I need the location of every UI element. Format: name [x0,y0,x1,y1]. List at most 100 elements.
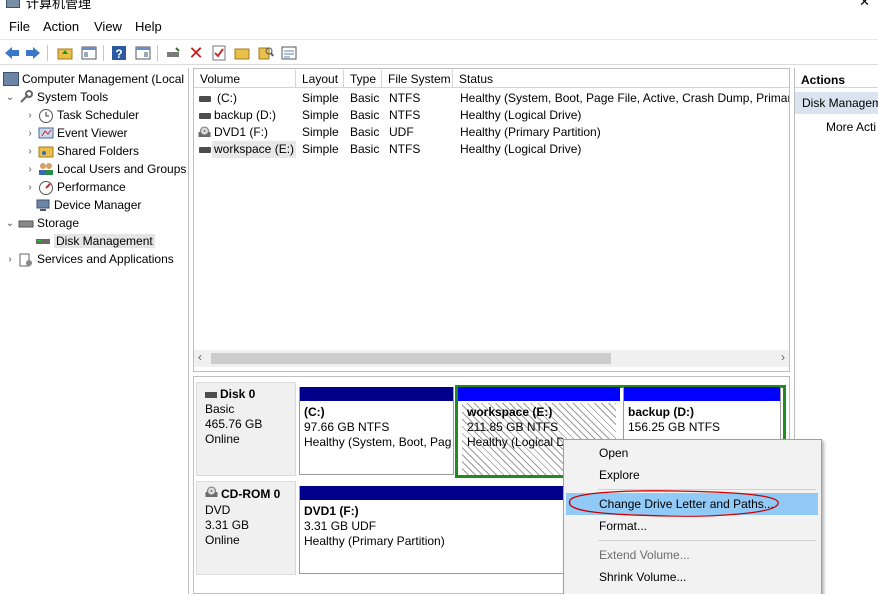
tree-item-shared-folders[interactable]: › Shared Folders [25,142,139,160]
navigation-tree: Computer Management (Local ⌄ System Tool… [0,68,189,594]
tree-label: Performance [57,180,126,194]
device-manager-icon [35,198,51,212]
dvd-icon [205,486,218,503]
properties-icon[interactable] [280,44,298,62]
actions-section-disk-management[interactable]: Disk Managem [795,92,878,114]
tree-item-storage[interactable]: ⌄ Storage [5,214,79,232]
delete-icon[interactable]: ✕ [187,43,205,63]
cdrom-0-label[interactable]: CD-ROM 0 DVD 3.31 GB Online [196,481,296,575]
tree-item-disk-management[interactable]: Disk Management [35,232,155,250]
cell-layout: Simple [302,125,339,139]
connect-drive-icon[interactable] [164,44,182,62]
column-header-type[interactable]: Type [344,70,382,88]
disk-size: 465.76 GB [205,417,263,431]
menu-bar: File Action View Help [0,17,878,37]
chevron-right-icon[interactable]: › [25,110,35,121]
show-hide-tree-icon[interactable] [80,44,98,62]
forward-icon[interactable] [24,44,42,62]
shared-folder-icon [38,144,54,158]
partition-c[interactable]: (C:) 97.66 GB NTFS Healthy (System, Boot… [299,387,454,475]
tree-item-root[interactable]: Computer Management (Local [3,70,184,88]
help-icon[interactable]: ? [110,44,128,62]
tree-item-performance[interactable]: › Performance [25,178,126,196]
cell-status: Healthy (System, Boot, Page File, Active… [460,91,790,105]
tree-label: Shared Folders [57,144,140,158]
computer-icon [3,72,19,86]
tree-label: System Tools [37,90,109,104]
back-icon[interactable] [3,44,21,62]
tools-icon [18,90,34,104]
up-folder-icon[interactable] [56,44,74,62]
event-viewer-icon [38,126,54,140]
partition-size: 156.25 GB NTFS [628,420,721,434]
more-actions-link[interactable]: More Acti [826,120,876,134]
menu-item-change-drive-letter[interactable]: Change Drive Letter and Paths... [566,493,818,515]
menu-item-format[interactable]: Format... [566,515,818,537]
menu-help[interactable]: Help [135,19,162,34]
cell-volume: backup (D:) [214,108,277,122]
close-icon[interactable]: ✕ [859,0,870,10]
tree-label: Task Scheduler [57,108,140,122]
window-title: 计算机管理 [26,0,92,11]
tree-label: Local Users and Groups [57,162,187,176]
partition-size: 97.66 GB NTFS [304,420,390,434]
cell-volume: (C:) [217,91,237,105]
scroll-left-icon[interactable]: ‹ [198,350,202,364]
cell-type: Basic [350,142,380,156]
chevron-down-icon[interactable]: ⌄ [5,218,15,229]
menu-item-explore[interactable]: Explore [566,464,818,486]
cell-status: Healthy (Primary Partition) [460,125,601,139]
cell-fs: NTFS [389,142,421,156]
computer-management-icon [6,0,20,8]
tree-item-event-viewer[interactable]: › Event Viewer [25,124,127,142]
tree-item-system-tools[interactable]: ⌄ System Tools [5,88,108,106]
menu-item-open[interactable]: Open [566,442,818,464]
services-icon [18,252,34,267]
disk-0-label[interactable]: Disk 0 Basic 465.76 GB Online [196,382,296,476]
chevron-right-icon[interactable]: › [25,146,35,157]
chevron-right-icon[interactable]: › [5,254,15,265]
tree-item-services[interactable]: › Services and Applications [5,250,174,268]
tree-item-device-manager[interactable]: Device Manager [35,196,141,214]
disk-management-icon [35,234,51,248]
column-header-file-system[interactable]: File System [382,70,453,88]
open-folder-icon[interactable] [233,44,251,62]
menu-view[interactable]: View [94,19,122,34]
tree-label: Event Viewer [57,126,128,140]
disk-icon [205,391,217,398]
chevron-right-icon[interactable]: › [25,164,35,175]
column-header-volume[interactable]: Volume [194,70,296,88]
cell-type: Basic [350,108,380,122]
chevron-right-icon[interactable]: › [25,128,35,139]
menu-item-shrink-volume[interactable]: Shrink Volume... [566,566,818,588]
checklist-icon[interactable] [210,44,228,62]
drive-icon [199,96,211,102]
partition-size: 211.85 GB NTFS [467,420,559,434]
disk-size: 3.31 GB [205,518,250,532]
cell-volume: DVD1 (F:) [214,125,268,139]
tree-item-local-users[interactable]: › Local Users and Groups [25,160,186,178]
menu-action[interactable]: Action [43,19,79,34]
column-header-status[interactable]: Status [453,70,789,88]
show-hide-action-pane-icon[interactable] [134,44,152,62]
scrollbar-thumb[interactable] [211,353,611,364]
disk-type: Basic [205,402,235,416]
tree-label: Storage [37,216,80,230]
cell-fs: UDF [389,125,414,139]
chevron-down-icon[interactable]: ⌄ [5,92,15,103]
tree-item-task-scheduler[interactable]: › Task Scheduler [25,106,139,124]
menu-file[interactable]: File [9,19,30,34]
column-header-layout[interactable]: Layout [296,70,344,88]
scroll-right-icon[interactable]: › [781,350,785,364]
partition-name: DVD1 (F:) [304,504,359,518]
horizontal-scrollbar[interactable]: ‹ › [194,350,789,367]
cell-type: Basic [350,125,380,139]
chevron-right-icon[interactable]: › [25,182,35,193]
tree-label: Device Manager [54,198,142,212]
partition-status: Healthy (System, Boot, Pag [304,435,451,449]
logical-drive-bar [458,387,620,401]
cell-fs: NTFS [389,108,421,122]
storage-icon [18,216,34,230]
search-folder-icon[interactable] [257,44,275,62]
cell-type: Basic [350,91,380,105]
